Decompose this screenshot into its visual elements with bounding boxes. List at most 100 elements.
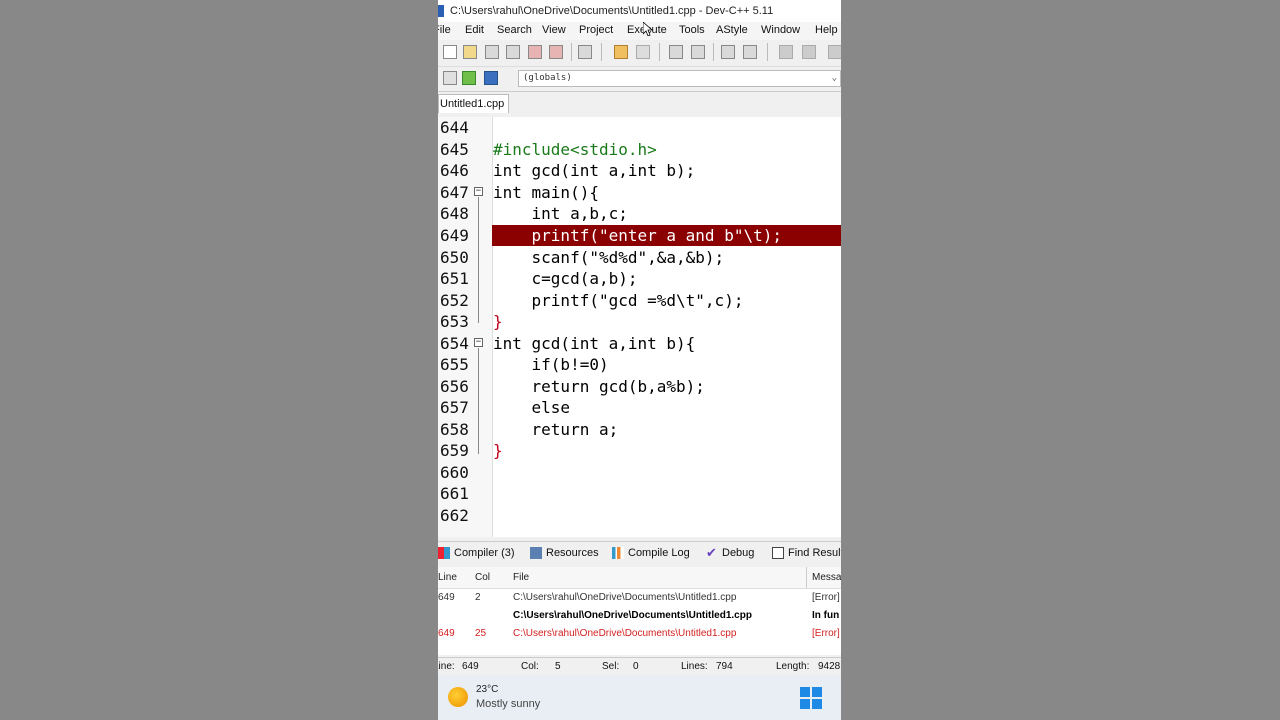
windows-start-icon[interactable] <box>800 687 822 709</box>
line-number: 649 <box>440 226 469 245</box>
code-text: int gcd(int a,int b){ <box>493 333 696 353</box>
close-all-icon[interactable] <box>549 45 563 59</box>
tab-debug[interactable]: ✔ Debug <box>706 546 754 559</box>
fold-guide <box>478 197 479 323</box>
menu-tools[interactable]: Tools <box>679 24 705 36</box>
col-header-file[interactable]: File <box>513 572 529 583</box>
table-row[interactable]: 649 2 C:\Users\rahul\OneDrive\Documents\… <box>438 589 841 607</box>
status-col-label: Col: <box>521 661 539 672</box>
menu-edit[interactable]: Edit <box>465 24 484 36</box>
scope-dropdown[interactable]: (globals) ⌄ <box>518 70 841 87</box>
bookmark-next-icon[interactable] <box>802 45 816 59</box>
print-icon[interactable] <box>578 45 592 59</box>
status-sel-value: 0 <box>633 661 639 672</box>
class-browser-icon[interactable] <box>443 71 457 85</box>
toolbar-separator <box>767 43 768 61</box>
code-editor[interactable]: 644 645 #include<stdio.h> 646 int gcd(int … <box>438 117 841 537</box>
replace-icon[interactable] <box>691 45 705 59</box>
code-line: 647− int main(){ <box>438 182 841 204</box>
undo-icon[interactable] <box>614 45 628 59</box>
save-all-icon[interactable] <box>506 45 520 59</box>
status-line-label: Line: <box>438 661 455 672</box>
code-text: } <box>493 312 503 331</box>
line-number: 653 <box>440 312 469 331</box>
menu-astyle[interactable]: AStyle <box>716 24 748 36</box>
line-number: 651 <box>440 269 469 288</box>
tab-find-results-label: Find Results <box>788 547 841 559</box>
save-icon[interactable] <box>485 45 499 59</box>
menu-file[interactable]: File <box>438 24 451 36</box>
sun-icon[interactable] <box>448 687 468 707</box>
tab-compiler[interactable]: Compiler (3) <box>438 547 515 560</box>
redo-icon[interactable] <box>636 45 650 59</box>
close-file-icon[interactable] <box>528 45 542 59</box>
col-header-col[interactable]: Col <box>475 572 490 583</box>
windows-taskbar: 23°C Mostly sunny <box>438 675 841 720</box>
new-file-icon[interactable] <box>443 45 457 59</box>
menu-help[interactable]: Help <box>815 24 838 36</box>
menu-window[interactable]: Window <box>761 24 800 36</box>
goto-line-icon[interactable] <box>721 45 735 59</box>
weather-temperature[interactable]: 23°C <box>476 684 498 695</box>
code-line: 660 <box>438 462 841 484</box>
bookmark-prev-icon[interactable] <box>779 45 793 59</box>
indent-icon[interactable] <box>743 45 757 59</box>
find-results-icon <box>772 547 784 560</box>
right-letterbox <box>841 0 1280 720</box>
line-number: 648 <box>440 204 469 223</box>
code-line: 661 <box>438 483 841 505</box>
code-line: 646 int gcd(int a,int b); <box>438 160 841 182</box>
line-number: 658 <box>440 419 469 439</box>
resources-icon <box>530 547 542 560</box>
tab-resources-label: Resources <box>546 547 599 559</box>
tab-untitled1[interactable]: Untitled1.cpp <box>438 94 510 113</box>
table-row[interactable]: C:\Users\rahul\OneDrive\Documents\Untitl… <box>438 607 841 625</box>
code-line: 648 int a,b,c; <box>438 203 841 225</box>
menu-view[interactable]: View <box>542 24 566 36</box>
line-number: 645 <box>440 139 469 159</box>
code-text: printf("enter a and b"\t); <box>493 226 782 245</box>
scope-dropdown-value: (globals) <box>523 73 572 83</box>
table-row[interactable]: 649 25 C:\Users\rahul\OneDrive\Documents… <box>438 625 841 643</box>
code-line: 651 c=gcd(a,b); <box>438 268 841 290</box>
weather-condition[interactable]: Mostly sunny <box>476 698 540 710</box>
column-divider[interactable] <box>806 567 807 588</box>
tab-compiler-label: Compiler (3) <box>454 547 515 559</box>
code-line: 657 else <box>438 397 841 419</box>
tab-find-results[interactable]: Find Results <box>772 547 841 560</box>
menu-search[interactable]: Search <box>497 24 532 36</box>
row-message: [Error] <box>812 592 840 603</box>
open-file-icon[interactable] <box>463 45 477 59</box>
row-file: C:\Users\rahul\OneDrive\Documents\Untitl… <box>513 628 737 639</box>
col-header-message[interactable]: Message <box>812 572 841 583</box>
bottom-panel-tabs: Compiler (3) Resources Compile Log ✔ Debu… <box>438 541 841 568</box>
code-line: 659} <box>438 440 841 462</box>
tab-resources[interactable]: Resources <box>530 547 599 560</box>
find-icon[interactable] <box>669 45 683 59</box>
window-title: C:\Users\rahul\OneDrive\Documents\Untitl… <box>450 5 774 17</box>
toggle-comment-icon[interactable] <box>828 45 841 59</box>
code-text: return a; <box>493 419 619 439</box>
toolbar-separator <box>571 43 572 61</box>
status-sel-label: Sel: <box>602 661 620 672</box>
code-line: 653} <box>438 311 841 333</box>
code-line: 644 <box>438 117 841 139</box>
line-number: 661 <box>440 484 469 503</box>
code-line: 645 #include<stdio.h> <box>438 139 841 161</box>
devcpp-window: C:\Users\rahul\OneDrive\Documents\Untitl… <box>438 0 841 720</box>
row-col: 2 <box>475 592 481 603</box>
line-number: 656 <box>440 376 469 396</box>
menu-project[interactable]: Project <box>579 24 613 36</box>
tab-compile-log[interactable]: Compile Log <box>612 547 690 560</box>
code-text: if(b!=0) <box>493 355 609 374</box>
fold-toggle-icon[interactable]: − <box>474 337 483 347</box>
tab-compile-log-label: Compile Log <box>628 547 690 559</box>
bookmark-icon[interactable] <box>484 71 498 85</box>
col-header-line[interactable]: Line <box>438 572 457 583</box>
fold-guide <box>478 348 479 454</box>
toolbar-separator <box>601 43 602 61</box>
fold-toggle-icon[interactable]: − <box>474 186 483 196</box>
goto-declaration-icon[interactable] <box>462 71 476 85</box>
row-message: [Error] <box>812 628 840 639</box>
line-number: 660 <box>440 462 469 482</box>
